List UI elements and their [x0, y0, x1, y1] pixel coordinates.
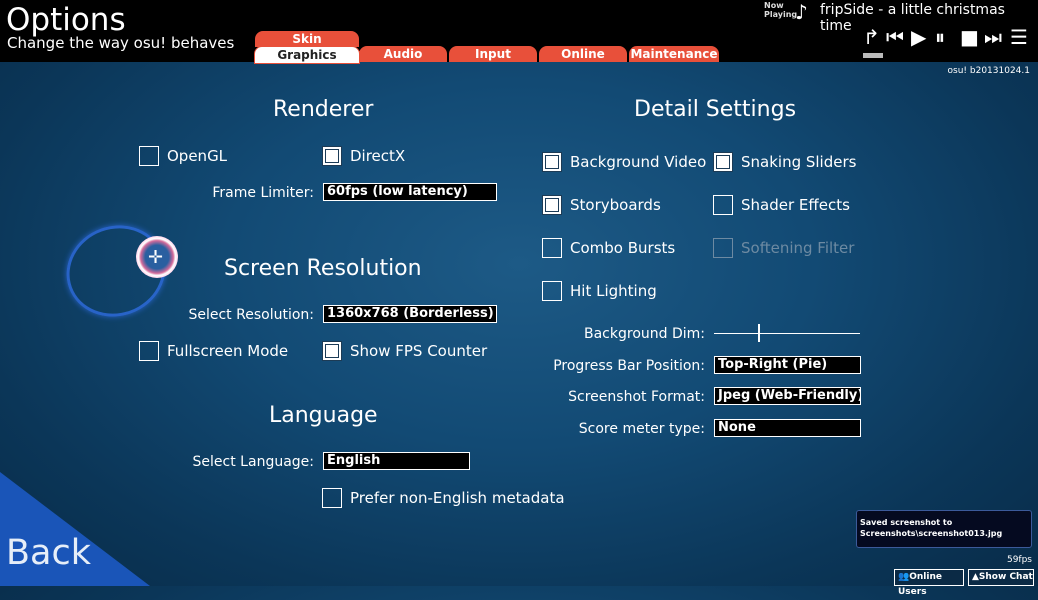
- fps-counter: 59fps: [1006, 555, 1032, 565]
- online-users-button[interactable]: 👥Online Users: [894, 569, 964, 597]
- now-playing-label: Now Playing: [764, 1, 798, 19]
- combo-bursts-label: Combo Bursts: [570, 239, 676, 257]
- language-dropdown[interactable]: English: [323, 452, 470, 470]
- background-video-checkbox[interactable]: [542, 152, 562, 172]
- language-heading: Language: [269, 403, 378, 428]
- storyboards-label: Storyboards: [570, 196, 661, 214]
- version-label: osu! b20131024.1: [947, 66, 1030, 76]
- prefer-non-english-checkbox[interactable]: [322, 488, 342, 508]
- background-dim-slider-thumb[interactable]: [758, 324, 760, 342]
- tab-graphics[interactable]: Graphics: [254, 46, 360, 64]
- softening-filter-label: Softening Filter: [741, 239, 855, 257]
- score-meter-label: Score meter type:: [578, 421, 705, 437]
- resolution-dropdown[interactable]: 1360x768 (Borderless): [323, 305, 497, 323]
- tab-skin[interactable]: Skin: [255, 31, 359, 47]
- snaking-sliders-checkbox[interactable]: [713, 152, 733, 172]
- shader-effects-label: Shader Effects: [741, 196, 850, 214]
- next-icon[interactable]: ⏭: [984, 26, 1002, 48]
- music-note-icon: ♪: [795, 0, 808, 24]
- pause-icon[interactable]: ⏸: [935, 26, 945, 48]
- opengl-checkbox[interactable]: [139, 146, 159, 166]
- storyboards-checkbox[interactable]: [542, 195, 562, 215]
- background-video-label: Background Video: [570, 153, 707, 171]
- fullscreen-checkbox[interactable]: [139, 341, 159, 361]
- tab-online[interactable]: Online: [539, 46, 627, 62]
- fps-counter-label: Show FPS Counter: [350, 342, 488, 360]
- screenshot-format-label: Screenshot Format:: [568, 389, 705, 405]
- background-dim-slider[interactable]: [714, 333, 860, 334]
- chevron-up-icon: ▲: [972, 572, 979, 582]
- directx-checkbox[interactable]: [322, 146, 342, 166]
- hit-lighting-label: Hit Lighting: [570, 282, 657, 300]
- show-chat-button[interactable]: ▲Show Chat: [968, 569, 1034, 586]
- softening-filter-checkbox: [713, 238, 733, 258]
- background-dim-label: Background Dim:: [584, 326, 705, 342]
- menu-icon[interactable]: ☰: [1010, 26, 1028, 48]
- users-icon: 👥: [898, 572, 910, 582]
- select-resolution-label: Select Resolution:: [188, 307, 314, 323]
- hit-lighting-checkbox[interactable]: [542, 281, 562, 301]
- cursor-plus-icon: ✛: [148, 247, 164, 268]
- renderer-heading: Renderer: [273, 97, 374, 122]
- combo-bursts-checkbox[interactable]: [542, 238, 562, 258]
- prefer-non-english-label: Prefer non-English metadata: [350, 489, 565, 507]
- detail-settings-heading: Detail Settings: [634, 97, 797, 122]
- stop-icon[interactable]: ■: [960, 26, 979, 48]
- back-button[interactable]: Back: [6, 533, 91, 573]
- screen-resolution-heading: Screen Resolution: [224, 256, 422, 281]
- toast-line-2: Screenshots\screenshot013.jpg: [860, 529, 1003, 538]
- directx-label: DirectX: [350, 147, 406, 165]
- show-chat-label: Show Chat: [978, 572, 1033, 582]
- progress-bar-position-label: Progress Bar Position:: [553, 358, 705, 374]
- select-language-label: Select Language:: [192, 454, 314, 470]
- tab-input[interactable]: Input: [449, 46, 537, 62]
- redo-icon[interactable]: ↱: [863, 26, 880, 48]
- fullscreen-label: Fullscreen Mode: [167, 342, 289, 360]
- play-icon[interactable]: ▶: [911, 26, 926, 48]
- progress-bar-position-dropdown[interactable]: Top-Right (Pie): [714, 356, 861, 374]
- tab-maintenance[interactable]: Maintenance: [629, 46, 719, 62]
- screenshot-format-dropdown[interactable]: Jpeg (Web-Friendly): [714, 387, 861, 405]
- frame-limiter-label: Frame Limiter:: [212, 185, 314, 201]
- previous-icon[interactable]: ⏮: [886, 26, 904, 48]
- screenshot-notification: Saved screenshot to Screenshots\screensh…: [856, 510, 1032, 548]
- opengl-label: OpenGL: [167, 147, 228, 165]
- page-title: Options: [6, 2, 126, 38]
- snaking-sliders-label: Snaking Sliders: [741, 153, 857, 171]
- shader-effects-checkbox[interactable]: [713, 195, 733, 215]
- tab-audio[interactable]: Audio: [359, 46, 447, 62]
- frame-limiter-dropdown[interactable]: 60fps (low latency): [323, 183, 497, 201]
- page-subtitle: Change the way osu! behaves: [7, 34, 235, 52]
- song-progress-bar[interactable]: [863, 53, 883, 58]
- fps-counter-checkbox[interactable]: [322, 341, 342, 361]
- now-playing-song: fripSide - a little christmas time: [820, 2, 1005, 34]
- toast-line-1: Saved screenshot to: [860, 518, 953, 527]
- score-meter-dropdown[interactable]: None: [714, 419, 861, 437]
